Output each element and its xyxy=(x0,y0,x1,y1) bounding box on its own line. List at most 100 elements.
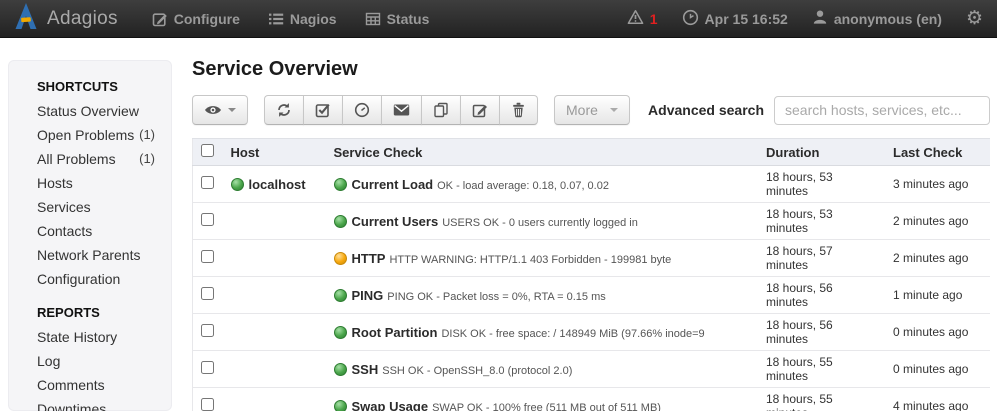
table-row: Root PartitionDISK OK - free space: / 14… xyxy=(193,314,991,351)
action-button-group xyxy=(264,95,538,125)
table-header-row: Host Service Check Duration Last Check xyxy=(193,139,991,166)
sidebar-gap xyxy=(37,291,171,301)
sidebar-item[interactable]: Network Parents xyxy=(37,243,171,267)
column-header-service[interactable]: Service Check xyxy=(326,139,759,166)
top-navbar: Adagios Configure Nagios xyxy=(0,0,997,38)
toolbar: More Advanced search xyxy=(192,95,990,125)
clock-icon xyxy=(354,102,370,118)
column-header-duration[interactable]: Duration xyxy=(758,139,885,166)
nav-status-label: Status xyxy=(387,11,430,27)
sidebar-item[interactable]: All Problems (1) xyxy=(37,147,171,171)
select-all-checkbox[interactable] xyxy=(201,144,214,157)
service-status-icon xyxy=(334,178,347,191)
nav-configure-label: Configure xyxy=(174,11,240,27)
clock-datetime[interactable]: Apr 15 16:52 xyxy=(682,9,788,29)
sidebar-item-label: All Problems xyxy=(37,147,116,171)
sidebar-item[interactable]: Status Overview xyxy=(37,99,171,123)
list-icon xyxy=(268,11,284,27)
service-status-text: SWAP OK - 100% free (511 MB out of 511 M… xyxy=(432,402,661,411)
column-header-last-check[interactable]: Last Check xyxy=(885,139,990,166)
sidebar-item[interactable]: Log xyxy=(37,349,171,373)
schedule-downtime-button[interactable] xyxy=(342,95,382,125)
user-menu[interactable]: anonymous (en) xyxy=(812,9,942,28)
row-checkbox[interactable] xyxy=(201,287,214,300)
row-checkbox[interactable] xyxy=(201,361,214,374)
table-row: Swap UsageSWAP OK - 100% free (511 MB ou… xyxy=(193,388,991,411)
duration-cell: 18 hours, 53 minutes xyxy=(758,166,885,203)
last-check-cell: 2 minutes ago xyxy=(885,203,990,240)
service-name-link[interactable]: Root Partition xyxy=(352,325,438,340)
brand-name: Adagios xyxy=(47,8,118,30)
host-name-link[interactable]: localhost xyxy=(249,177,306,192)
sidebar-item-label: Comments xyxy=(37,373,105,397)
user-icon xyxy=(812,9,828,28)
sidebar-item[interactable]: Hosts xyxy=(37,171,171,195)
chevron-down-icon xyxy=(610,108,618,112)
sidebar-item[interactable]: Services xyxy=(37,195,171,219)
sidebar-item[interactable]: Open Problems (1) xyxy=(37,123,171,147)
sidebar-section-reports: REPORTS xyxy=(37,301,171,325)
acknowledge-button[interactable] xyxy=(303,95,343,125)
more-dropdown-button[interactable]: More xyxy=(554,95,630,125)
sidebar-item[interactable]: Comments xyxy=(37,373,171,397)
sidebar-item-label: Open Problems xyxy=(37,123,134,147)
row-checkbox[interactable] xyxy=(201,324,214,337)
envelope-icon xyxy=(393,103,410,117)
column-header-host[interactable]: Host xyxy=(223,139,326,166)
service-name-link[interactable]: Current Load xyxy=(352,177,434,192)
service-name-link[interactable]: Current Users xyxy=(352,214,439,229)
table-row: PINGPING OK - Packet loss = 0%, RTA = 0.… xyxy=(193,277,991,314)
last-check-cell: 4 minutes ago xyxy=(885,388,990,411)
gear-icon[interactable]: ⚙ xyxy=(966,9,983,28)
row-checkbox[interactable] xyxy=(201,176,214,189)
row-checkbox[interactable] xyxy=(201,213,214,226)
row-checkbox[interactable] xyxy=(201,398,214,411)
service-name-link[interactable]: Swap Usage xyxy=(352,399,429,411)
edit-button[interactable] xyxy=(460,95,500,125)
service-name-link[interactable]: SSH xyxy=(352,362,379,377)
service-status-text: HTTP WARNING: HTTP/1.1 403 Forbidden - 1… xyxy=(389,254,671,266)
warning-icon xyxy=(627,9,644,28)
row-checkbox[interactable] xyxy=(201,250,214,263)
check-square-icon xyxy=(315,102,331,118)
refresh-icon xyxy=(276,102,292,118)
nav-status[interactable]: Status xyxy=(365,11,430,27)
sidebar-item-label: State History xyxy=(37,325,117,349)
delete-button[interactable] xyxy=(499,95,538,125)
nav-nagios[interactable]: Nagios xyxy=(268,11,337,27)
view-dropdown-button[interactable] xyxy=(192,95,248,125)
copy-button[interactable] xyxy=(421,95,461,125)
service-name-link[interactable]: HTTP xyxy=(352,251,386,266)
service-status-icon xyxy=(334,215,347,228)
service-status-text: USERS OK - 0 users currently logged in xyxy=(442,217,638,229)
notification-button[interactable] xyxy=(381,95,422,125)
advanced-search-label: Advanced search xyxy=(648,102,764,118)
service-status-icon xyxy=(334,326,347,339)
sidebar-item[interactable]: Configuration xyxy=(37,267,171,291)
refresh-button[interactable] xyxy=(264,95,304,125)
main-content: Service Overview xyxy=(192,38,990,411)
sidebar-item[interactable]: State History xyxy=(37,325,171,349)
alert-indicator[interactable]: 1 xyxy=(627,9,658,28)
search-area: Advanced search xyxy=(648,96,990,125)
host-status-icon xyxy=(231,178,244,191)
service-name-link[interactable]: PING xyxy=(352,288,384,303)
sidebar-item-label: Downtimes xyxy=(37,397,106,411)
duration-cell: 18 hours, 55 minutes xyxy=(758,388,885,411)
sidebar-section-shortcuts: SHORTCUTS xyxy=(37,75,171,99)
copy-icon xyxy=(433,102,449,118)
sidebar-item-count: (1) xyxy=(139,123,155,147)
username-label: anonymous (en) xyxy=(834,11,942,27)
table-row: SSHSSH OK - OpenSSH_8.0 (protocol 2.0) 1… xyxy=(193,351,991,388)
sidebar-item[interactable]: Downtimes xyxy=(37,397,171,411)
more-button-label: More xyxy=(566,102,598,118)
search-input[interactable] xyxy=(774,96,990,125)
sidebar-item-label: Contacts xyxy=(37,219,92,243)
brand[interactable]: Adagios xyxy=(14,3,118,35)
service-status-text: SSH OK - OpenSSH_8.0 (protocol 2.0) xyxy=(382,365,572,377)
duration-cell: 18 hours, 55 minutes xyxy=(758,351,885,388)
nav-configure[interactable]: Configure xyxy=(152,11,240,27)
sidebar-item[interactable]: Contacts xyxy=(37,219,171,243)
service-status-icon xyxy=(334,363,347,376)
duration-cell: 18 hours, 56 minutes xyxy=(758,277,885,314)
